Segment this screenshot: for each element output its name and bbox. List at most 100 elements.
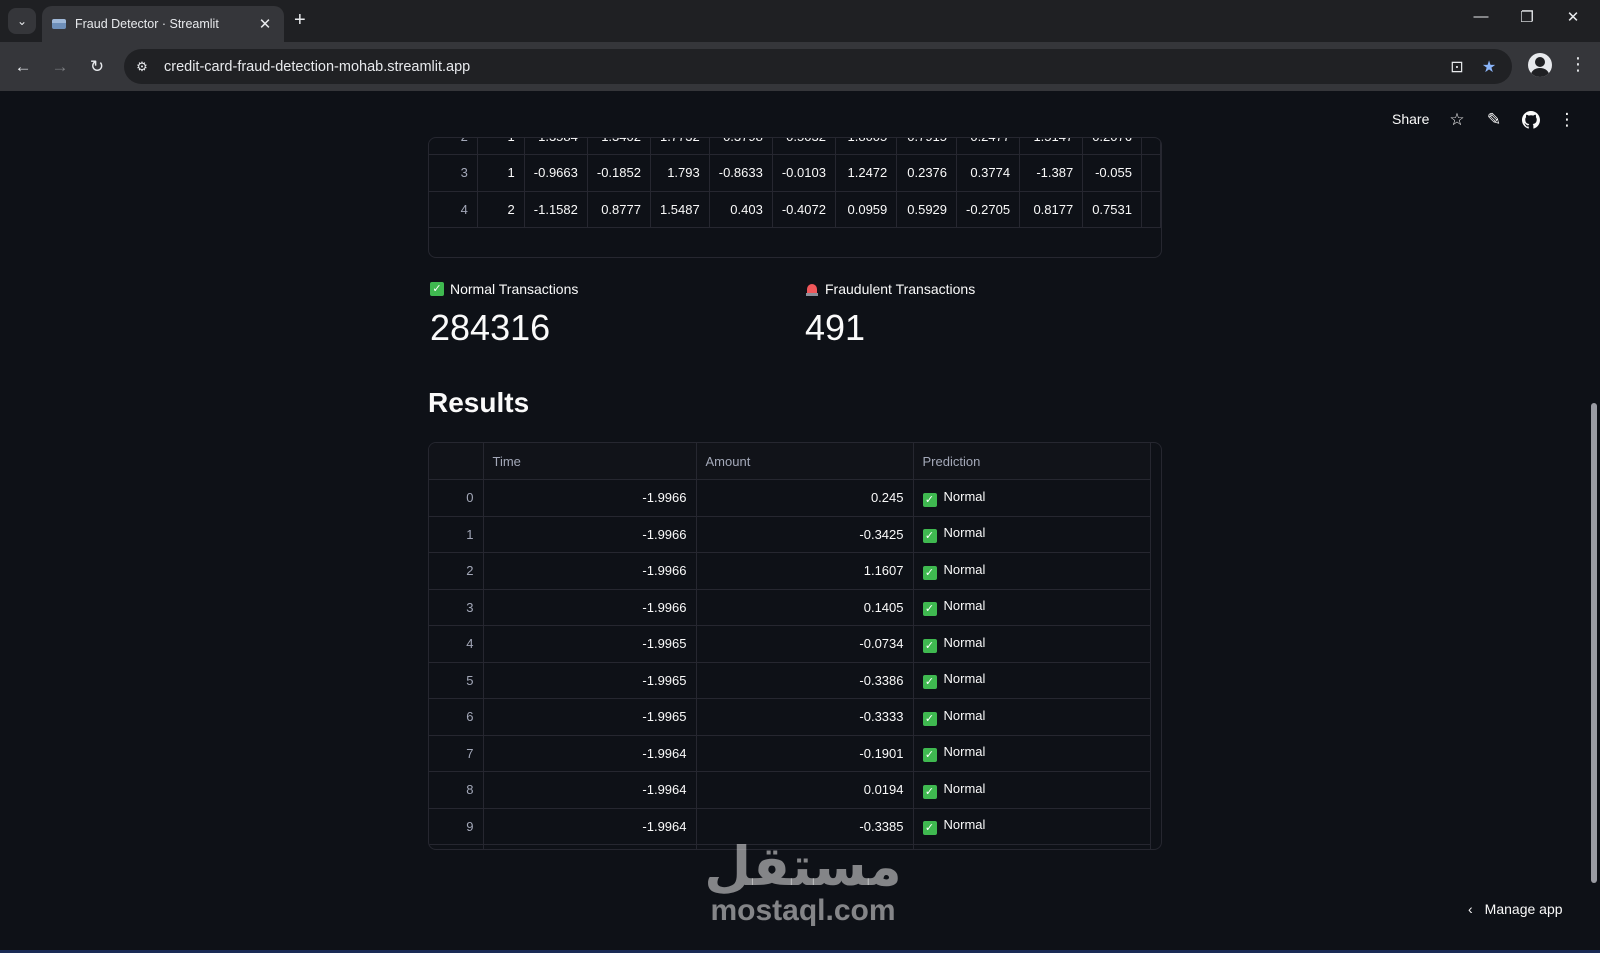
check-mark-icon: ✓ [922,638,937,653]
app-menu-kebab-icon[interactable]: ⋮ [1556,109,1578,131]
cell-amount: -0.1901 [696,735,914,772]
cell-prediction: ✓ Normal [913,552,1151,590]
cell-prediction: ✓ [913,844,1151,849]
table-row[interactable]: 0 -1.9966 0.245 ✓ Normal [429,479,1151,517]
cell-overflow [1141,191,1161,228]
prediction-label: Normal [943,671,986,687]
row-index: 2 [429,138,478,155]
cell-time: -1.9966 [483,516,697,553]
window-restore-icon[interactable]: ❐ [1512,8,1542,26]
watermark-logo: مستقل mostaql.com [703,839,903,927]
metric-fraud-value: 491 [805,307,866,348]
edit-pencil-icon[interactable]: ✎ [1483,109,1505,131]
table-row[interactable]: 8 -1.9964 0.0194 ✓ Normal [429,771,1151,809]
window-minimize-icon[interactable]: — [1466,8,1496,25]
forward-arrow-icon[interactable]: → [47,54,73,80]
browser-tab-active[interactable]: Fraud Detector · Streamlit ✕ [42,6,284,42]
row-index: 8 [429,771,484,809]
reload-icon[interactable]: ↻ [84,54,110,80]
prediction-label: Normal [943,561,986,577]
cell-feature: 1.2472 [835,154,898,192]
raw-data-grid: 21-1.3584-1.34021.77320.3798-0.50321.800… [429,138,1161,228]
cell-feature: 1.5487 [650,191,710,228]
address-bar[interactable]: ⚙ credit-card-fraud-detection-mohab.stre… [124,49,1512,84]
row-index: 3 [429,589,484,626]
new-tab-plus-icon[interactable]: + [294,9,306,31]
cell-feature: 0.2376 [896,154,958,192]
results-table[interactable]: Time Amount Prediction 0 -1.9966 0.245 ✓ Nor… [428,442,1162,850]
table-row[interactable]: 2 -1.9966 1.1607 ✓ Normal [429,552,1151,590]
chevron-left-icon: ‹ [1468,901,1473,917]
results-heading: Results [428,387,530,418]
table-row[interactable]: 1 -1.9966 -0.3425 ✓ Normal [429,516,1151,553]
table-row[interactable]: 6 -1.9965 -0.3333 ✓ Normal [429,698,1151,736]
siren-icon [805,282,819,296]
browser-menu-kebab-icon[interactable]: ⋮ [1568,54,1588,75]
cell-feature: -0.9663 [524,154,588,192]
metric-normal: ✓ Normal Transactions 284316 [430,281,578,349]
site-info-tune-icon[interactable]: ⚙ [128,53,156,81]
window-close-icon[interactable]: ✕ [1558,8,1588,26]
check-mark-icon: ✓ [922,565,937,580]
tab-title: Fraud Detector · Streamlit [75,17,219,31]
cell-prediction: ✓ Normal [913,735,1151,772]
page-scrollbar[interactable] [1591,403,1597,883]
back-arrow-icon[interactable]: ← [10,54,36,80]
github-icon[interactable] [1520,109,1542,131]
profile-avatar-icon[interactable] [1528,53,1552,77]
manage-app-button[interactable]: ‹ Manage app [1468,901,1563,917]
header-prediction[interactable]: Prediction [913,443,1151,480]
table-row[interactable]: 3 -1.9966 0.1405 ✓ Normal [429,589,1151,626]
prediction-label: Normal [943,525,986,541]
cell-time: -1.9965 [483,662,697,699]
table-row[interactable]: 5 -1.9965 -0.3386 ✓ Normal [429,662,1151,699]
cell-feature: -0.2705 [956,191,1021,228]
cell-feature: 0.403 [709,191,773,228]
cell-feature: -1.1582 [524,191,588,228]
cell-amount: -0.0734 [696,625,914,663]
header-time[interactable]: Time [483,443,697,480]
cell-feature: 0.3798 [709,138,773,155]
row-index: 4 [429,625,484,663]
cell-feature: 1.7732 [650,138,710,155]
url-text[interactable]: credit-card-fraud-detection-mohab.stream… [164,59,470,75]
metric-normal-label: ✓ Normal Transactions [430,281,578,297]
tab-close-icon[interactable]: ✕ [256,15,274,33]
install-app-icon[interactable]: ⊡ [1444,54,1470,80]
row-index: 1 [429,516,484,553]
cell-feature: -1.3402 [587,138,651,155]
cell-time: -1.9965 [483,698,697,736]
row-index: 0 [429,479,484,517]
cell-feature: 0.2076 [1082,138,1142,155]
favorite-star-icon[interactable]: ☆ [1446,109,1468,131]
table-row[interactable]: 7 -1.9964 -0.1901 ✓ Normal [429,735,1151,772]
prediction-label: Normal [943,817,986,833]
header-index[interactable] [429,443,484,480]
prediction-label: Normal [943,780,986,796]
check-mark-icon: ✓ [922,602,937,617]
cell-prediction: ✓ Normal [913,625,1151,663]
bookmark-star-icon[interactable]: ★ [1476,54,1502,80]
row-index: 9 [429,808,484,845]
tab-search-chevron-icon[interactable]: ⌄ [8,8,36,34]
cell-feature: 0.8177 [1019,191,1084,228]
cell-time: 2 [477,191,525,228]
cell-feature: -0.0103 [772,154,836,192]
metric-normal-value: 284316 [430,307,551,348]
cell-time: -1.9966 [483,552,697,590]
raw-data-row: 3 1 -0.9663 -0.1852 1.793 -0.8633 -0.0103 1.247… [429,154,1161,192]
cell-feature: 0.2477 [956,138,1021,155]
check-mark-icon: ✓ [922,748,937,763]
prediction-label: Normal [943,707,986,723]
cell-amount: -0.3333 [696,698,914,736]
cell-time: -1.9964 [483,771,697,809]
cell-feature: -1.3584 [524,138,588,155]
raw-data-table[interactable]: 21-1.3584-1.34021.77320.3798-0.50321.800… [428,137,1162,258]
share-button[interactable]: Share [1392,111,1429,127]
cell-prediction: ✓ Normal [913,698,1151,736]
header-amount[interactable]: Amount [696,443,914,480]
table-row[interactable]: 4 -1.9965 -0.0734 ✓ Normal [429,625,1151,663]
prediction-label: Normal [943,744,986,760]
cell-time: -1.9966 [483,479,697,517]
check-mark-icon: ✓ [922,529,937,544]
